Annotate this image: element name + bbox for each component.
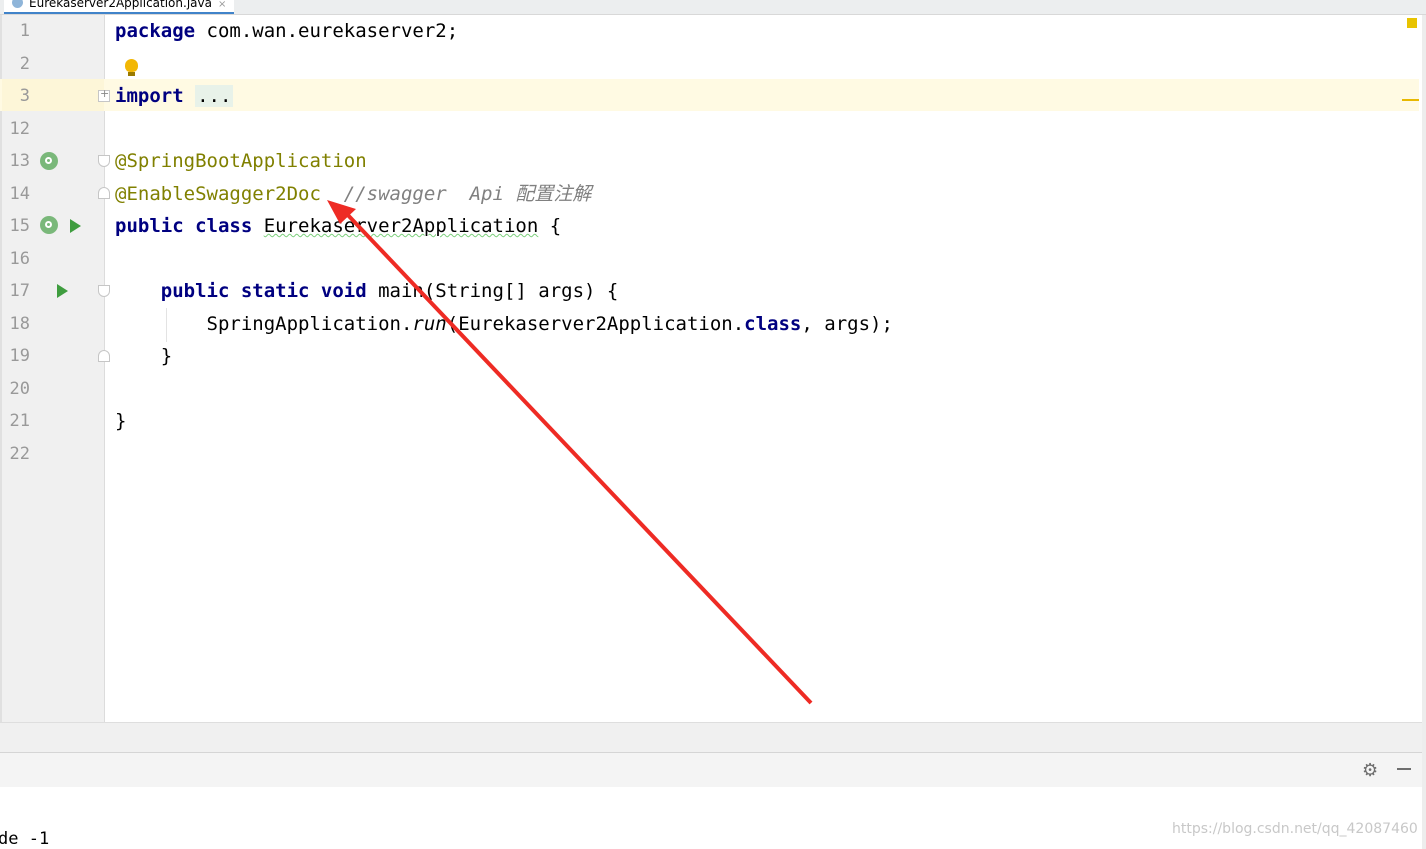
watermark: https://blog.csdn.net/qq_42087460 xyxy=(1172,821,1418,837)
gear-icon[interactable]: ⚙ xyxy=(1362,760,1378,781)
tool-window-header xyxy=(0,752,1422,788)
minimize-icon[interactable] xyxy=(1397,768,1411,770)
tool-window-content xyxy=(0,787,1422,849)
editor-breadcrumb-bar xyxy=(0,722,1422,753)
console-output: de -1 xyxy=(0,829,50,849)
